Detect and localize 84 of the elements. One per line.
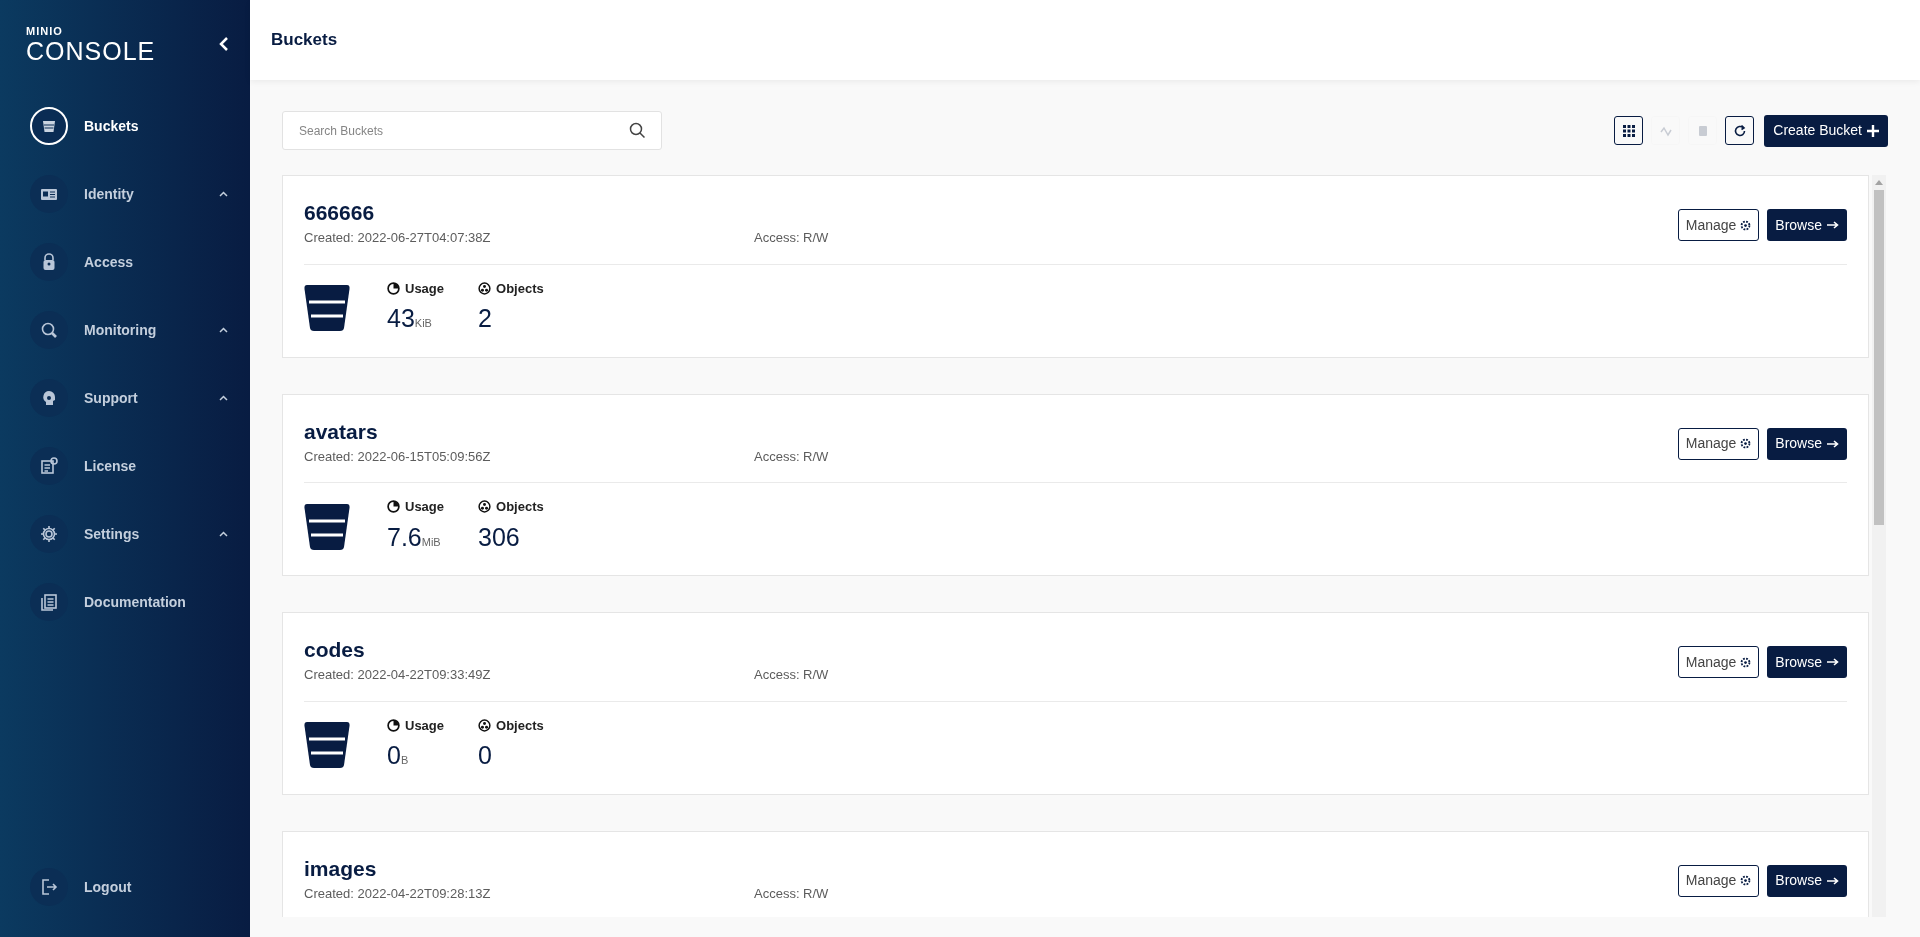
grid-button[interactable] [1614,116,1644,145]
usage-unit: B [400,753,409,768]
objects-icon [478,718,492,732]
usage-label: Usage [405,716,445,735]
arrow-right-icon [1827,658,1839,666]
pie-chart-icon [387,718,400,732]
certificate-icon [30,447,68,485]
pie-chart-icon [387,500,400,514]
arrow-right-icon [1827,876,1839,885]
page-title: Buckets [271,29,338,52]
chevron-left-icon [218,36,230,52]
manage-button[interactable]: Manage [1677,209,1760,241]
objects-count: 0 [478,740,493,771]
bucket-name: images [304,855,378,882]
objects-icon [478,500,492,514]
settings-icon [1740,656,1752,668]
sidebar-item[interactable]: Identity [0,172,250,216]
refresh-button[interactable] [1725,116,1755,145]
logout-icon [30,868,68,906]
arrow-right-icon [1827,439,1839,448]
objects-count: 306 [478,521,521,553]
browse-button[interactable]: Browse [1767,209,1847,241]
settings-icon [1740,875,1752,886]
usage-label: Usage [405,498,445,516]
access-level: Access: R/W [754,666,829,684]
sidebar-item[interactable]: Documentation [0,580,250,624]
usage-value: 0 [387,740,401,771]
bucket-icon [30,107,68,145]
sidebar-item[interactable]: Support [0,376,250,420]
sidebar-item[interactable]: Buckets [0,104,250,148]
logout-button[interactable]: Logout [0,865,250,909]
objects-count: 2 [478,303,493,334]
bucket-name: codes [304,637,366,663]
sidebar-item[interactable]: Settings [0,512,250,556]
usage-unit: MiB [421,535,441,550]
logo-product-name: CONSOLE [26,39,156,64]
access-level: Access: R/W [754,229,829,247]
manage-button[interactable]: Manage [1677,864,1760,897]
usage-label: Usage [405,279,445,298]
usage-value: 7.6 [387,521,422,553]
search-icon [629,122,646,139]
magnifier-icon [30,311,68,349]
usage-value: 43 [387,303,415,334]
objects-label: Objects [496,498,544,516]
plus-icon [1867,124,1879,137]
bucket-name: 666666 [304,200,376,226]
collapse-sidebar-button[interactable] [218,36,230,52]
objects-label: Objects [496,279,544,298]
logo-brand: MINIO [26,26,64,37]
bucket-icon [304,501,350,552]
access-level: Access: R/W [754,447,829,466]
search-field[interactable]: Search Buckets [282,111,662,150]
create-bucket-button[interactable]: Create Bucket [1764,114,1888,147]
sidebar-item[interactable]: Access [0,240,250,284]
bucket-icon [304,720,350,770]
bucket-icon [304,283,350,333]
sidebar-item[interactable]: License [0,444,250,488]
manage-button[interactable]: Manage [1677,646,1760,678]
grid-icon [1620,122,1637,139]
lock-icon [30,243,68,281]
sidebar-item[interactable]: Monitoring [0,308,250,352]
documents-icon [30,583,68,621]
head-icon [30,379,68,417]
browse-button[interactable]: Browse [1767,427,1847,460]
browse-button[interactable]: Browse [1767,864,1847,897]
bucket-name: avatars [304,418,379,445]
objects-icon [478,281,492,295]
created-date: Created: 2022-06-27T04:07:38Z [304,229,492,247]
settings-icon [1740,219,1752,231]
created-date: Created: 2022-04-22T09:33:49Z [304,666,492,684]
access-level: Access: R/W [754,884,829,903]
pie-chart-icon [387,281,400,295]
settings-icon [1740,438,1752,449]
created-date: Created: 2022-04-22T09:28:13Z [304,884,492,903]
id-card-icon [30,175,68,213]
manage-button[interactable]: Manage [1677,427,1760,460]
browse-button[interactable]: Browse [1767,646,1847,678]
objects-label: Objects [496,716,544,735]
settings-icon [30,515,68,553]
scroll-up-icon [1875,180,1883,185]
usage-unit: KiB [414,317,432,331]
scrollbar[interactable] [1872,175,1886,917]
created-date: Created: 2022-06-15T05:09:56Z [304,447,492,466]
arrow-right-icon [1827,221,1839,229]
